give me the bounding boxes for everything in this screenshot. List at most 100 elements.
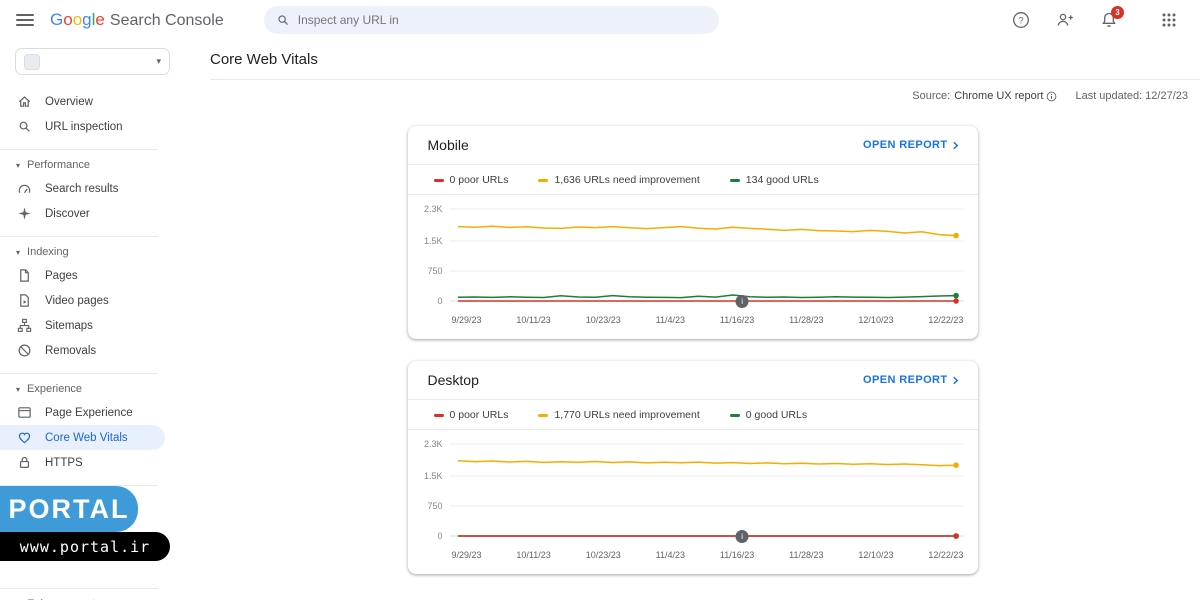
x-axis: 9/29/23 10/11/23 10/23/23 11/4/23 11/16/23 11…	[408, 543, 978, 574]
legend-item: 134 good URLs	[729, 174, 819, 186]
sidebar-item-label: Page Experience	[45, 406, 133, 419]
chart-legend: 0 poor URLs 1,770 URLs need improvement 0 …	[407, 400, 978, 430]
legend-swatch	[433, 178, 444, 182]
legend-item: 1,770 URLs need improvement	[538, 409, 700, 421]
sidebar-item-discover[interactable]: Discover	[0, 201, 165, 226]
svg-text:?: ?	[1018, 15, 1023, 26]
legend-item: 1,636 URLs need improvement	[538, 174, 700, 186]
portal-url-watermark: www.portal.ir	[0, 532, 170, 561]
open-report-link[interactable]: OPEN REPORT	[863, 139, 959, 151]
sidebar-item-page-experience[interactable]: Page Experience	[0, 400, 165, 425]
sitemap-icon	[17, 318, 32, 333]
x-axis: 9/29/23 10/11/23 10/23/23 11/4/23 11/16/23 11…	[408, 308, 978, 339]
source-value[interactable]: Chrome UX report	[954, 90, 1043, 102]
legend-label: 0 good URLs	[745, 409, 808, 421]
vitals-icon	[17, 430, 32, 445]
timeline-annotation-icon[interactable]: i	[735, 530, 749, 543]
hamburger-menu-icon[interactable]	[16, 11, 34, 29]
page-title: Core Web Vitals	[210, 51, 318, 68]
source-row: Source: Chrome UX report Last updated: 1…	[185, 90, 1188, 102]
url-inspect-input[interactable]	[297, 13, 707, 27]
sidebar-section-indexing[interactable]: ▾ Indexing	[0, 237, 185, 263]
line-chart: i	[449, 203, 964, 308]
sidebar-item-core-web-vitals[interactable]: Core Web Vitals	[0, 425, 165, 450]
removal-icon	[17, 343, 32, 358]
home-icon	[17, 94, 32, 109]
x-axis-label: 11/4/23	[655, 550, 685, 560]
chevron-down-icon: ▾	[156, 56, 161, 66]
legend-label: 134 good URLs	[745, 174, 819, 186]
sidebar-item-label: Core Web Vitals	[45, 431, 128, 444]
logo-letter: o	[72, 10, 83, 29]
sidebar-item-video-pages[interactable]: Video pages	[0, 288, 165, 313]
sparkle-icon	[17, 206, 32, 221]
sidebar-section-performance[interactable]: ▾ Performance	[0, 150, 185, 176]
sidebar-section-enhancements[interactable]: ▾Enhancements	[0, 589, 185, 600]
chevron-right-icon	[952, 141, 958, 149]
x-axis-label: 11/16/23	[719, 315, 755, 325]
timeline-annotation-icon[interactable]: i	[735, 295, 749, 308]
sidebar-section-experience[interactable]: ▾ Experience	[0, 374, 185, 400]
card-title: Mobile	[427, 137, 469, 153]
x-axis-label: 12/10/23	[858, 315, 894, 325]
sidebar-item-label: Overview	[45, 95, 93, 108]
info-icon[interactable]	[1046, 91, 1057, 102]
url-inspect-searchbox[interactable]	[263, 6, 719, 34]
x-axis-label: 12/10/23	[858, 550, 894, 560]
chart-legend: 0 poor URLs 1,636 URLs need improvement 13…	[407, 165, 978, 195]
sidebar-item-url-inspection[interactable]: URL inspection	[0, 114, 165, 139]
sidebar-item-sitemaps[interactable]: Sitemaps	[0, 313, 165, 338]
legend-swatch	[729, 178, 740, 182]
brand-suffix: Search Console	[109, 12, 224, 29]
sidebar-item-label: Video pages	[45, 294, 109, 307]
google-search-console-logo: Google Search Console	[50, 10, 224, 30]
x-axis-label: 10/23/23	[585, 315, 621, 325]
chevron-right-icon	[952, 376, 958, 384]
x-axis-label: 11/28/23	[789, 315, 824, 325]
experience-icon	[17, 405, 32, 420]
sidebar-item-label: HTTPS	[45, 456, 83, 469]
x-axis-label: 12/22/23	[928, 550, 964, 560]
apps-grid-icon[interactable]	[1160, 11, 1178, 29]
x-axis-label: 9/29/23	[451, 315, 482, 325]
y-tick-label: 2.3K	[423, 204, 443, 214]
x-axis-label: 12/22/23	[928, 315, 964, 325]
help-icon[interactable]: ?	[1012, 11, 1030, 29]
x-axis-label: 10/23/23	[585, 550, 621, 560]
sidebar-item-https[interactable]: HTTPS	[0, 450, 165, 475]
sidebar-item-label: URL inspection	[45, 120, 123, 133]
sidebar-item-label: Search results	[45, 182, 119, 195]
logo-letter: g	[82, 10, 92, 29]
legend-label: 0 poor URLs	[449, 174, 509, 186]
logo-letter: G	[50, 10, 64, 29]
x-axis-label: 10/11/23	[516, 550, 551, 560]
search-icon	[17, 119, 32, 134]
open-report-link[interactable]: OPEN REPORT	[863, 374, 959, 386]
sidebar-item-pages[interactable]: Pages	[0, 263, 165, 288]
sidebar-item-label: Discover	[45, 207, 90, 220]
section-label: Performance	[27, 159, 90, 171]
logo-letter: e	[95, 10, 105, 29]
google-logo: Google	[50, 10, 105, 30]
sidebar-item-removals[interactable]: Removals	[0, 338, 165, 363]
last-updated: Last updated: 12/27/23	[1075, 90, 1188, 102]
property-selector[interactable]: ▾	[15, 48, 170, 75]
notifications-bell-icon[interactable]: 3	[1100, 6, 1124, 29]
logo-letter: o	[63, 10, 73, 29]
sidebar-item-overview[interactable]: Overview	[0, 89, 165, 114]
top-bar: Google Search Console ? 3	[0, 0, 1200, 40]
manage-users-icon[interactable]	[1056, 11, 1074, 29]
x-axis-label: 9/29/23	[451, 550, 482, 560]
search-icon	[278, 15, 288, 25]
property-favicon-placeholder	[24, 53, 40, 70]
legend-item: 0 poor URLs	[433, 174, 509, 186]
y-tick-label: 750	[427, 501, 443, 511]
x-axis-label: 11/4/23	[655, 315, 685, 325]
sidebar-item-search-results[interactable]: Search results	[0, 176, 165, 201]
section-label: Indexing	[27, 246, 69, 258]
chevron-down-icon: ▾	[16, 384, 21, 394]
y-tick-label: 750	[427, 266, 443, 276]
legend-swatch	[538, 178, 549, 182]
section-label: Experience	[27, 383, 83, 395]
legend-item: 0 good URLs	[729, 409, 808, 421]
